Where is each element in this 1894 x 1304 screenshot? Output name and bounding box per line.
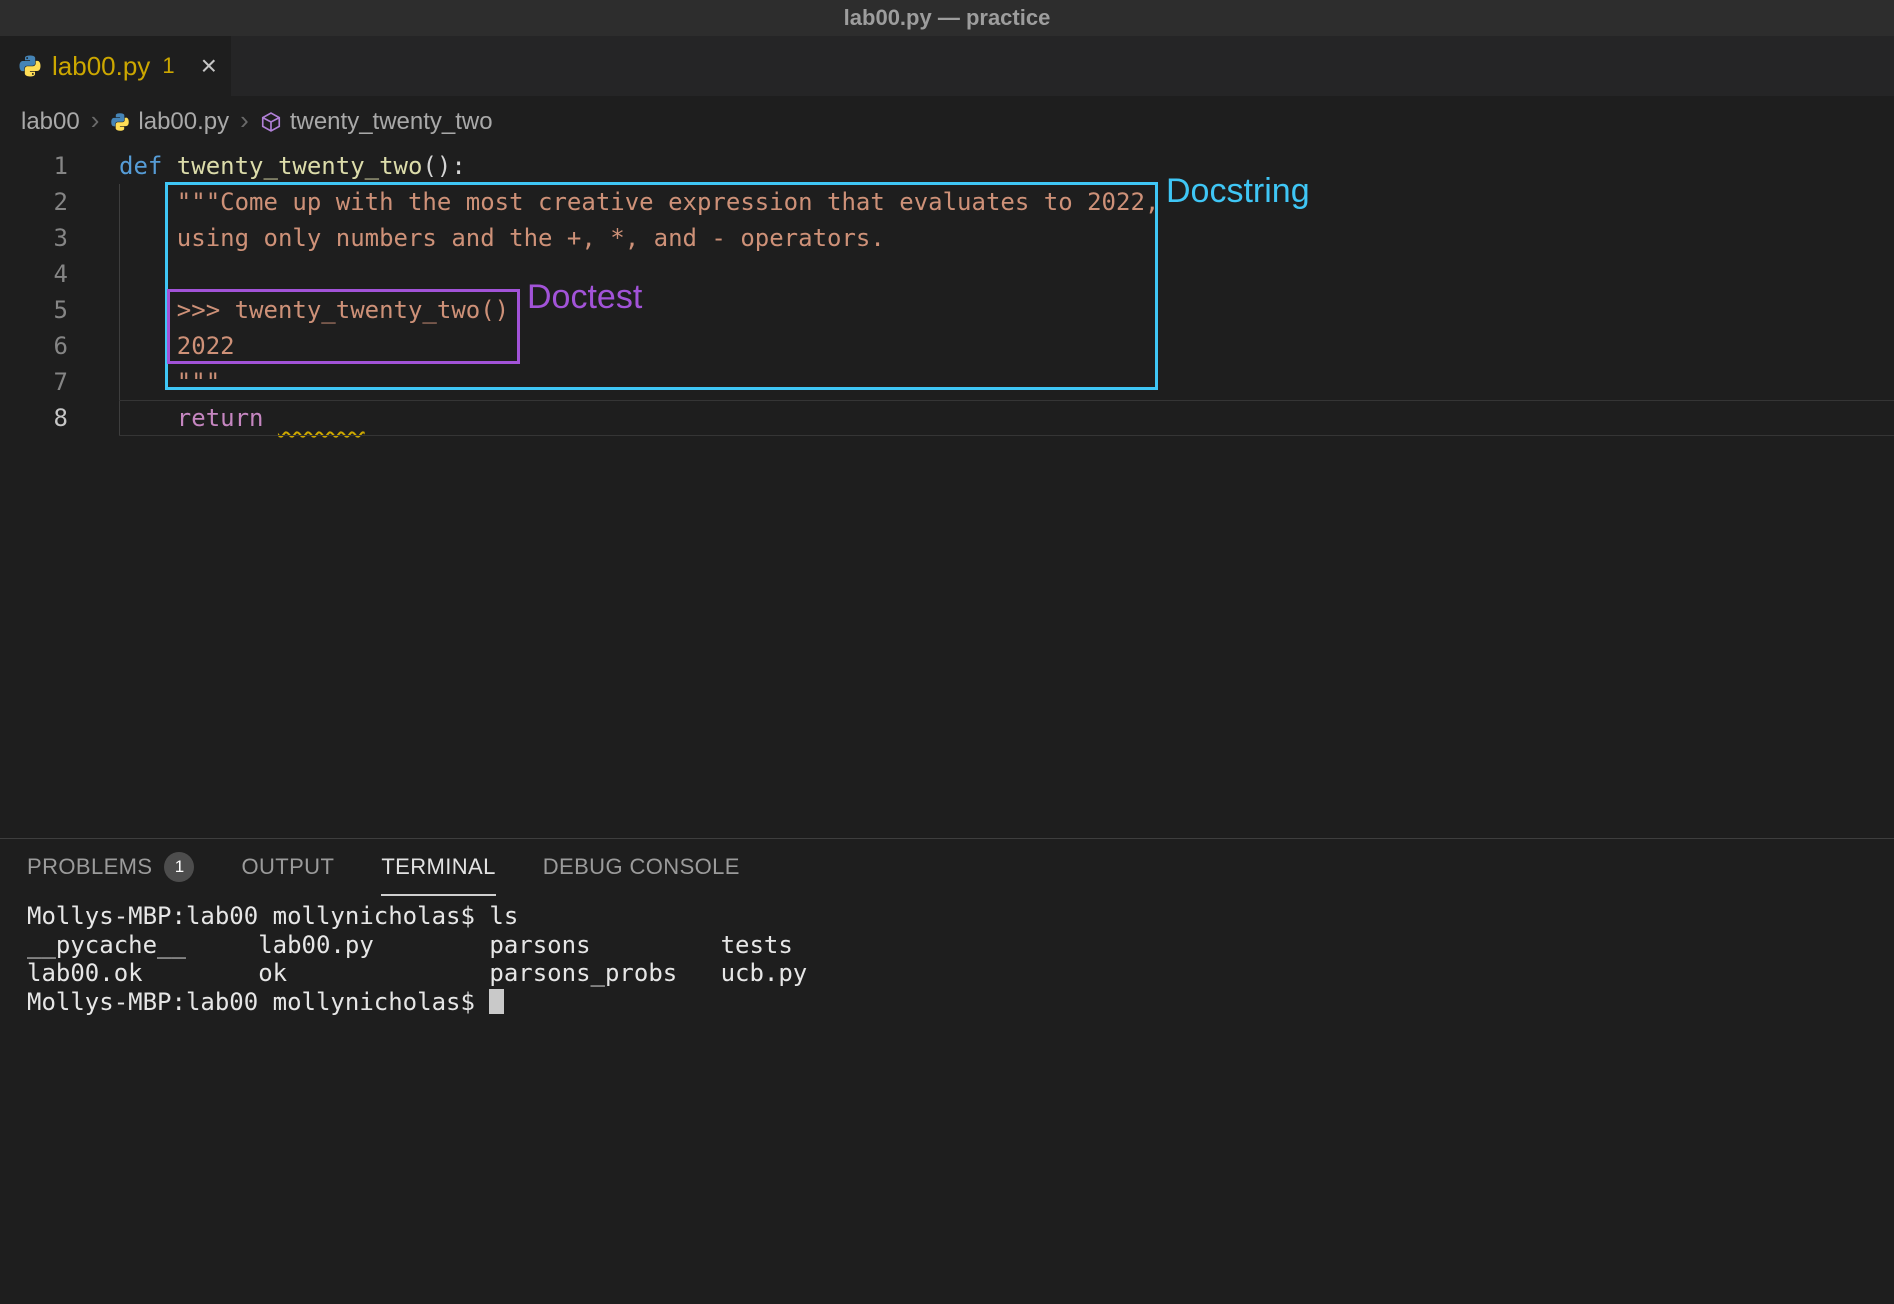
python-icon (18, 54, 42, 78)
code-line: 1 def twenty_twenty_two(): (0, 148, 1894, 184)
code-line: 6 2022 (0, 328, 1894, 364)
code-content: >>> twenty_twenty_two() (119, 292, 509, 328)
code-token: 2022 (119, 332, 235, 360)
code-token: >>> twenty_twenty_two() (119, 296, 509, 324)
line-number: 6 (0, 328, 119, 364)
code-line: 2 """Come up with the most creative expr… (0, 184, 1894, 220)
tab-label: lab00.py (52, 51, 150, 82)
breadcrumb-item-symbol[interactable]: twenty_twenty_two (260, 108, 493, 136)
panel-tab-label: OUTPUT (241, 854, 334, 880)
code-line: 3 using only numbers and the +, *, and -… (0, 220, 1894, 256)
code-token: """ (119, 368, 220, 396)
code-line-active: 8 return (0, 400, 1894, 436)
chevron-right-icon: › (240, 105, 249, 136)
code-token: def (119, 152, 177, 180)
line-number: 5 (0, 292, 119, 328)
breadcrumb: lab00 › lab00.py › twenty_twenty_two (0, 96, 1894, 148)
docstring-annotation-label: Docstring (1166, 172, 1310, 211)
panel-tab-debug-console[interactable]: DEBUG CONSOLE (543, 839, 740, 896)
breadcrumb-label: twenty_twenty_two (290, 108, 493, 136)
code-line: 5 >>> twenty_twenty_two() (0, 292, 1894, 328)
line-number: 4 (0, 256, 119, 292)
line-number: 2 (0, 184, 119, 220)
terminal[interactable]: Mollys-MBP:lab00 mollynicholas$ ls __pyc… (0, 896, 1894, 1016)
code-token: """Come up with the most creative expres… (119, 188, 1159, 216)
code-line: 4 (0, 256, 1894, 292)
terminal-output-line: __pycache__ lab00.py parsons tests (27, 931, 1894, 960)
titlebar: lab00.py — practice (0, 0, 1894, 36)
code-editor[interactable]: 1 def twenty_twenty_two(): 2 """Come up … (0, 148, 1894, 838)
breadcrumb-label: lab00.py (138, 108, 229, 136)
code-token: twenty_twenty_two (177, 152, 423, 180)
panel-tab-output[interactable]: OUTPUT (241, 839, 334, 896)
terminal-output-line: Mollys-MBP:lab00 mollynicholas$ ls (27, 902, 1894, 931)
code-content: """ (119, 364, 220, 400)
breadcrumb-item-lab00-py[interactable]: lab00.py (110, 108, 229, 136)
line-number: 7 (0, 364, 119, 400)
python-icon (110, 112, 130, 132)
code-token: (): (422, 152, 465, 180)
code-content: """Come up with the most creative expres… (119, 184, 1159, 220)
terminal-prompt: Mollys-MBP:lab00 mollynicholas$ (27, 988, 489, 1016)
code-token (119, 404, 177, 432)
tab-problem-count: 1 (162, 53, 174, 79)
panel-tab-bar: PROBLEMS 1 OUTPUT TERMINAL DEBUG CONSOLE (0, 839, 1894, 896)
close-icon[interactable]: × (201, 52, 217, 80)
code-content: def twenty_twenty_two(): (119, 148, 466, 184)
panel-tab-terminal[interactable]: TERMINAL (381, 839, 495, 896)
line-number: 1 (0, 148, 119, 184)
panel-tab-label: PROBLEMS (27, 854, 152, 880)
current-line-highlight (119, 400, 1894, 436)
terminal-cursor (489, 989, 504, 1014)
panel-tab-label: TERMINAL (381, 854, 495, 880)
code-line: 7 """ (0, 364, 1894, 400)
code-content: 2022 (119, 328, 235, 364)
panel-tab-problems[interactable]: PROBLEMS 1 (27, 839, 194, 896)
code-token: using only numbers and the +, *, and - o… (119, 224, 885, 252)
window-title: lab00.py — practice (844, 5, 1051, 31)
breadcrumb-label: lab00 (21, 108, 80, 136)
bottom-panel: PROBLEMS 1 OUTPUT TERMINAL DEBUG CONSOLE… (0, 838, 1894, 1304)
terminal-prompt-line: Mollys-MBP:lab00 mollynicholas$ (27, 988, 1894, 1017)
tab-bar: lab00.py 1 × (0, 36, 1894, 96)
chevron-right-icon: › (91, 105, 100, 136)
panel-tab-label: DEBUG CONSOLE (543, 854, 740, 880)
line-number: 3 (0, 220, 119, 256)
terminal-output-line: lab00.ok ok parsons_probs ucb.py (27, 959, 1894, 988)
problems-count-badge: 1 (164, 852, 194, 882)
code-token: return (177, 404, 264, 432)
warning-squiggle (278, 404, 365, 432)
doctest-annotation-label: Doctest (527, 278, 642, 317)
symbol-cube-icon (260, 111, 282, 133)
code-content: return (119, 400, 365, 436)
code-token (264, 404, 278, 432)
breadcrumb-item-lab00[interactable]: lab00 (21, 108, 80, 136)
code-content: using only numbers and the +, *, and - o… (119, 220, 885, 256)
tab-lab00-py[interactable]: lab00.py 1 × (0, 36, 232, 96)
line-number: 8 (0, 400, 119, 436)
